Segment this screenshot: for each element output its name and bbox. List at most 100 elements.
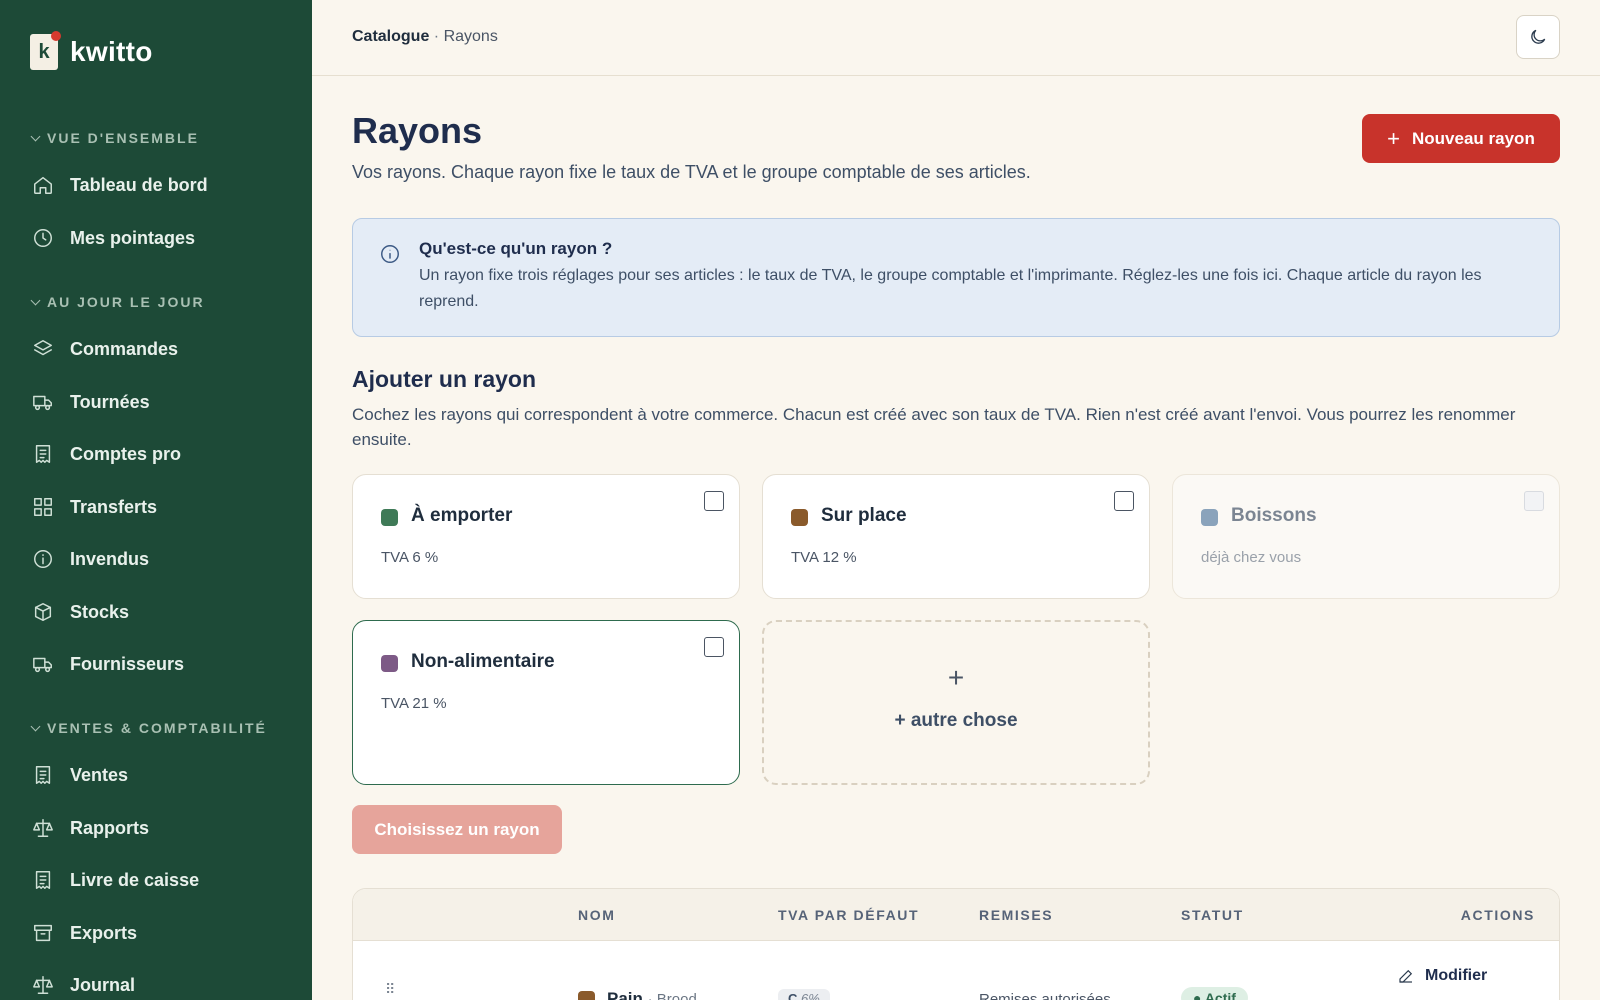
sidebar-item-fournisseurs[interactable]: Fournisseurs xyxy=(32,653,184,675)
sidebar-item-commandes[interactable]: Commandes xyxy=(32,338,178,360)
sidebar-item-invendus[interactable]: Invendus xyxy=(32,548,149,570)
new-rayon-label: Nouveau rayon xyxy=(1412,128,1535,148)
sidebar-item-tournees[interactable]: Tournées xyxy=(32,391,150,413)
page-title: Rayons xyxy=(352,110,483,151)
sidebar-item-label: Tableau de bord xyxy=(70,174,208,195)
sidebar: k kwitto VUE D'ENSEMBLE Tableau de bord … xyxy=(0,0,312,1000)
layers-icon xyxy=(34,340,52,356)
rayon-card-sur-place[interactable]: Sur place TVA 12 % xyxy=(762,474,1150,599)
clock-icon xyxy=(34,229,52,247)
archive-icon xyxy=(34,924,52,942)
breadcrumb-root[interactable]: Catalogue xyxy=(352,28,429,45)
choose-rayon-button[interactable]: Choisissez un rayon xyxy=(352,805,562,854)
rayon-card-status: déjà chez vous xyxy=(1201,549,1302,566)
edit-label: Modifier xyxy=(1425,967,1488,984)
sidebar-item-label: Mes pointages xyxy=(70,227,196,248)
scale-icon xyxy=(33,976,53,994)
edit-button[interactable]: Modifier xyxy=(1397,967,1487,985)
rayon-card-boissons: Boissons déjà chez vous xyxy=(1172,474,1560,599)
box-icon xyxy=(34,603,52,621)
rayons-table: NOM TVA PAR DÉFAUT REMISES STATUT ACTION… xyxy=(352,888,1560,1000)
rayon-card-name: À emporter xyxy=(411,505,513,526)
info-title: Qu'est-ce qu'un rayon ? xyxy=(419,239,613,258)
receipt-icon xyxy=(35,445,51,463)
sidebar-item-label: Exports xyxy=(70,922,138,943)
breadcrumb-separator: · xyxy=(433,28,440,45)
sidebar-item-label: Tournées xyxy=(70,391,150,412)
status-badge: ● Actif xyxy=(1181,987,1248,1000)
color-swatch xyxy=(381,509,398,526)
plus-icon: + xyxy=(947,662,965,693)
new-rayon-button[interactable]: + Nouveau rayon xyxy=(1362,114,1560,163)
sidebar-item-label: Comptes pro xyxy=(70,443,182,464)
sidebar-item-tableau-de-bord[interactable]: Tableau de bord xyxy=(32,174,208,196)
moon-icon xyxy=(1531,29,1546,44)
sidebar-item-mes-pointages[interactable]: Mes pointages xyxy=(32,227,195,249)
sidebar-item-comptes-pro[interactable]: Comptes pro xyxy=(32,443,181,465)
column-header-tva[interactable]: TVA PAR DÉFAUT xyxy=(778,907,919,923)
nav-section-label: VUE D'ENSEMBLE xyxy=(47,130,199,146)
color-swatch xyxy=(578,991,595,1000)
add-other-label: + autre chose xyxy=(894,710,1018,731)
drag-handle-icon[interactable]: ⠿ xyxy=(385,981,395,998)
nav-section-overview[interactable]: VUE D'ENSEMBLE xyxy=(30,130,199,146)
sidebar-item-label: Stocks xyxy=(70,601,130,622)
brand-name: kwitto xyxy=(70,36,153,67)
rayon-card-non-alimentaire[interactable]: Non-alimentaire TVA 21 % xyxy=(352,620,740,785)
color-swatch xyxy=(1201,509,1218,526)
column-header-statut[interactable]: STATUT xyxy=(1181,907,1244,923)
rayon-card-name: Non-alimentaire xyxy=(411,651,555,672)
nav-section-sales[interactable]: VENTES & COMPTABILITÉ xyxy=(30,720,267,736)
column-header-remises[interactable]: REMISES xyxy=(979,907,1053,923)
sidebar-item-label: Journal xyxy=(70,974,136,995)
table-header: NOM TVA PAR DÉFAUT REMISES STATUT ACTION… xyxy=(353,889,1559,941)
rayon-checkbox[interactable] xyxy=(704,491,724,511)
rayon-checkbox[interactable] xyxy=(1114,491,1134,511)
chevron-down-icon xyxy=(30,131,41,141)
sidebar-item-label: Commandes xyxy=(70,338,179,359)
row-remises: Remises autorisées xyxy=(979,991,1111,1000)
sidebar-item-exports[interactable]: Exports xyxy=(32,922,137,944)
sidebar-item-label: Invendus xyxy=(70,548,150,569)
add-other-rayon-card[interactable]: + + autre chose xyxy=(762,620,1150,785)
page-subtitle: Vos rayons. Chaque rayon fixe le taux de… xyxy=(352,162,1031,182)
add-section-title: Ajouter un rayon xyxy=(352,366,537,392)
sidebar-item-stocks[interactable]: Stocks xyxy=(32,601,129,623)
table-row[interactable]: ⠿ Pain · Brood C 6% Remises autorisées ●… xyxy=(353,941,1559,1000)
rayon-card-tva: TVA 6 % xyxy=(381,549,439,566)
logo-mark-icon: k xyxy=(30,31,61,70)
brand-logo[interactable]: k kwitto xyxy=(30,31,153,70)
rayon-card-tva: TVA 12 % xyxy=(791,549,857,566)
rayon-card-name: Boissons xyxy=(1231,505,1317,526)
tva-badge: C 6% xyxy=(778,989,830,1000)
receipt-icon xyxy=(35,766,51,784)
chevron-down-icon xyxy=(30,295,41,305)
info-icon xyxy=(379,243,401,265)
info-callout: Qu'est-ce qu'un rayon ? Un rayon fixe tr… xyxy=(352,218,1560,337)
sidebar-item-label: Rapports xyxy=(70,817,150,838)
topbar: Catalogue · Rayons xyxy=(312,0,1600,76)
theme-toggle-button[interactable] xyxy=(1516,15,1560,59)
rayon-card-tva: TVA 21 % xyxy=(381,695,447,712)
sidebar-item-transferts[interactable]: Transferts xyxy=(32,496,157,518)
sidebar-item-rapports[interactable]: Rapports xyxy=(32,817,149,839)
info-circle-icon xyxy=(34,550,52,568)
row-name: Pain · Brood xyxy=(607,989,697,1000)
nav-section-daily[interactable]: AU JOUR LE JOUR xyxy=(30,294,205,310)
rayon-card-name: Sur place xyxy=(821,505,907,526)
nav-section-label: AU JOUR LE JOUR xyxy=(47,294,205,310)
truck-icon xyxy=(33,657,52,673)
pencil-icon xyxy=(1399,969,1413,983)
sidebar-item-label: Transferts xyxy=(70,496,158,517)
breadcrumb: Catalogue · Rayons xyxy=(352,28,498,46)
sidebar-item-ventes[interactable]: Ventes xyxy=(32,764,128,786)
rayon-checkbox[interactable] xyxy=(704,637,724,657)
grid-icon xyxy=(34,498,52,516)
sidebar-item-label: Ventes xyxy=(70,764,129,785)
column-header-nom[interactable]: NOM xyxy=(578,907,615,923)
color-swatch xyxy=(791,509,808,526)
sidebar-item-journal[interactable]: Journal xyxy=(32,974,135,996)
sidebar-item-livre-de-caisse[interactable]: Livre de caisse xyxy=(32,869,199,891)
rayon-card-a-emporter[interactable]: À emporter TVA 6 % xyxy=(352,474,740,599)
info-body: Un rayon fixe trois réglages pour ses ar… xyxy=(419,267,1482,310)
